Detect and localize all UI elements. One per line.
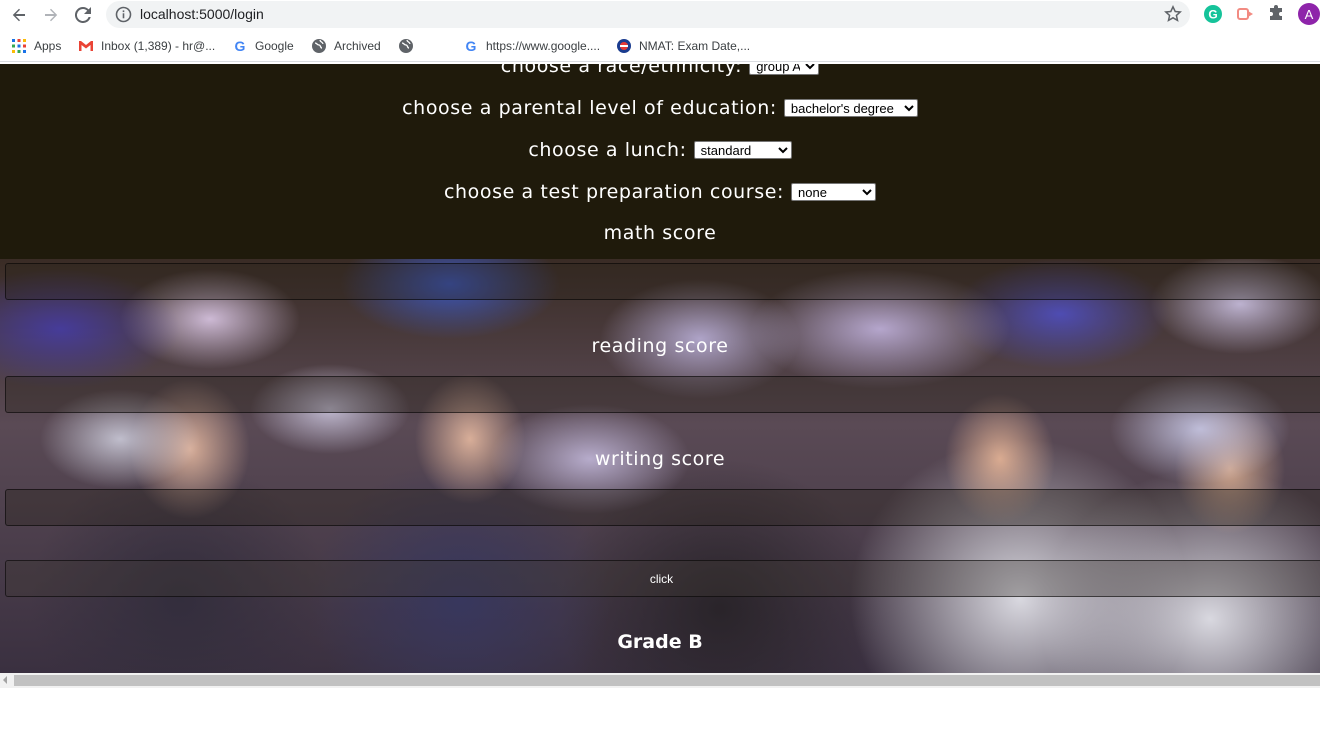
submit-button[interactable]: click [5, 560, 1320, 597]
extension-icon[interactable] [1235, 4, 1255, 24]
bookmark-label: Apps [34, 39, 62, 53]
apps-grid-icon [12, 39, 26, 53]
math-score-input[interactable] [5, 263, 1320, 300]
profile-avatar[interactable]: A [1298, 3, 1320, 25]
bookmark-nmat[interactable]: NMAT: Exam Date,... [616, 38, 750, 54]
bookmark-inbox[interactable]: Inbox (1,389) - hr@... [78, 38, 215, 54]
parent-education-select[interactable]: bachelor's degree [783, 99, 918, 117]
lunch-row: choose a lunch: standard [0, 138, 1320, 162]
bookmark-archived[interactable]: Archived [311, 38, 381, 54]
svg-text:G: G [235, 38, 246, 54]
parent-education-row: choose a parental level of education: ba… [0, 96, 1320, 120]
bookmark-globe[interactable] [398, 38, 421, 54]
google-icon: G [235, 38, 246, 54]
bookmark-apps[interactable]: Apps [11, 38, 61, 54]
google-icon: G [466, 38, 477, 54]
test-prep-row: choose a test preparation course: none [0, 180, 1320, 204]
bookmark-google-url[interactable]: G https://www.google.... [463, 38, 601, 54]
puzzle-icon[interactable] [1267, 4, 1287, 24]
race-select[interactable]: group A [749, 64, 820, 75]
bookmarks-bar: Apps Inbox (1,389) - hr@... G Google Arc… [0, 30, 1320, 62]
globe-icon [312, 39, 326, 53]
lunch-label: choose a lunch: [528, 139, 687, 161]
race-label: choose a race/ethnicity: [500, 64, 743, 77]
writing-score-label: writing score [594, 448, 726, 470]
forward-arrow-icon[interactable] [40, 4, 62, 26]
svg-text:G: G [1208, 8, 1217, 22]
scrollbar-thumb[interactable] [14, 675, 1320, 686]
bookmark-label: Google [255, 39, 294, 53]
scroll-left-arrow-icon[interactable] [3, 676, 7, 684]
svg-text:G: G [466, 38, 477, 54]
math-score-label: math score [603, 222, 717, 244]
address-bar[interactable]: localhost:5000/login [106, 1, 1190, 28]
bookmark-label: Inbox (1,389) - hr@... [101, 39, 216, 53]
bookmark-label: Archived [334, 39, 381, 53]
browser-toolbar: localhost:5000/login G A [0, 0, 1320, 30]
test-prep-select[interactable]: none [791, 183, 877, 201]
reading-score-label: reading score [591, 335, 729, 357]
prediction-result: Grade B [617, 631, 703, 653]
back-arrow-icon[interactable] [8, 4, 30, 26]
gmail-icon [79, 41, 93, 51]
lunch-select[interactable]: standard [693, 141, 792, 159]
race-row: choose a race/ethnicity: group A [0, 64, 1320, 78]
writing-score-input[interactable] [5, 489, 1320, 526]
parent-education-label: choose a parental level of education: [402, 97, 777, 119]
url-text[interactable]: localhost:5000/login [140, 6, 264, 22]
test-prep-label: choose a test preparation course: [443, 181, 785, 203]
info-icon[interactable] [115, 6, 132, 23]
bookmark-star-icon[interactable] [1164, 5, 1182, 23]
page-viewport: choose a race/ethnicity: group A choose … [0, 64, 1320, 673]
grammarly-icon[interactable]: G [1203, 4, 1223, 24]
prediction-form: choose a race/ethnicity: group A choose … [0, 64, 1320, 673]
nmat-icon [617, 39, 631, 53]
bookmark-google[interactable]: G Google [232, 38, 294, 54]
bookmark-label: NMAT: Exam Date,... [639, 39, 751, 53]
reading-score-input[interactable] [5, 376, 1320, 413]
horizontal-scrollbar[interactable] [0, 673, 1320, 688]
globe-icon [399, 39, 413, 53]
bookmark-label: https://www.google.... [486, 39, 601, 53]
reload-icon[interactable] [72, 4, 94, 26]
